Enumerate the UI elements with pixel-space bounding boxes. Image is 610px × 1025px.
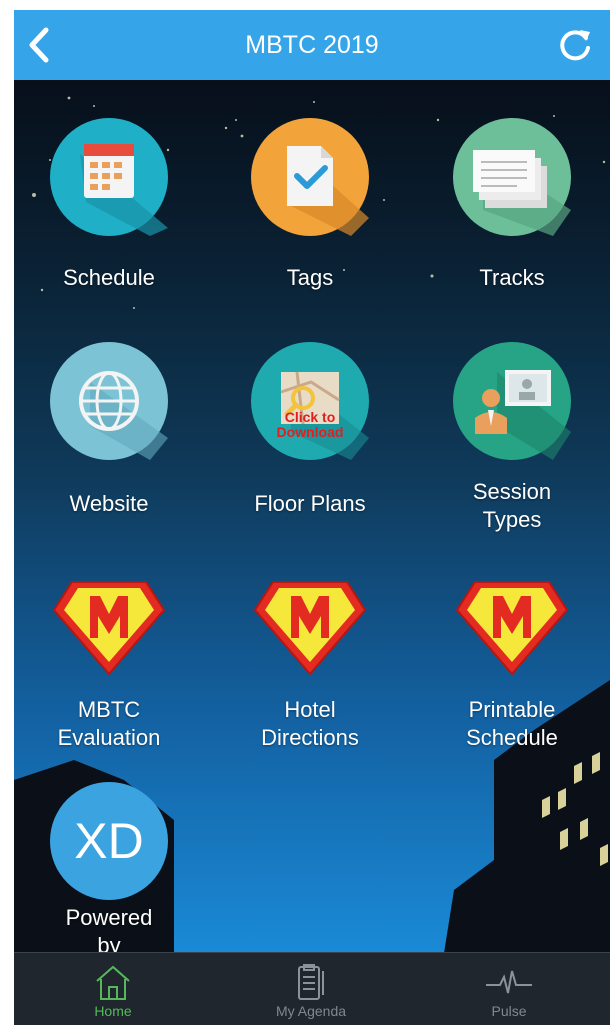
stacked-pages-icon	[453, 118, 571, 236]
tile-tags[interactable]: Tags	[215, 118, 405, 292]
tile-powered-by[interactable]: XD Powered by	[14, 782, 204, 953]
xd-logo-text: XD	[74, 813, 143, 869]
tile-label: Session Types	[417, 478, 607, 534]
pulse-icon	[486, 970, 532, 994]
tile-label: Tracks	[479, 265, 545, 290]
tile-label-line: Schedule	[466, 725, 558, 750]
tab-my-agenda[interactable]: My Agenda	[212, 953, 410, 1025]
header-bar: MBTC 2019	[14, 10, 610, 80]
globe-icon	[50, 342, 168, 460]
map-icon: Click to Download	[251, 342, 369, 460]
tile-label-line: Evaluation	[57, 725, 161, 750]
tile-label: Hotel Directions	[215, 696, 405, 752]
tile-label: Website	[69, 491, 149, 516]
tile-label: Printable Schedule	[417, 696, 607, 752]
home-grid: Schedule Tags Tracks Website Click to Do…	[14, 80, 610, 953]
tile-floor-plans[interactable]: Click to Download Floor Plans	[215, 342, 405, 518]
tile-label-line: Types	[482, 507, 542, 532]
tile-session-types[interactable]: Session Types	[417, 342, 607, 534]
tile-label: MBTC Evaluation	[14, 696, 204, 752]
tile-label-line: Directions	[261, 725, 359, 750]
tab-pulse[interactable]: Pulse	[410, 953, 608, 1025]
superhero-m-icon	[52, 581, 166, 676]
tile-label-line: Session	[472, 479, 552, 504]
tab-label: My Agenda	[275, 1003, 347, 1019]
tile-hotel-directions[interactable]: Hotel Directions	[215, 566, 405, 752]
tab-label: Home	[94, 1003, 132, 1019]
superhero-m-icon	[455, 581, 569, 676]
click-to-overlay: Click to	[285, 409, 336, 425]
presenter-icon	[453, 342, 571, 460]
download-overlay: Download	[277, 424, 344, 440]
app-screen: MBTC 2019 Schedule Tags Tracks Website C…	[14, 10, 610, 1025]
clipboard-icon	[298, 964, 324, 1000]
tile-tracks[interactable]: Tracks	[417, 118, 607, 292]
refresh-button[interactable]	[556, 26, 594, 64]
tile-label: Floor Plans	[254, 491, 366, 516]
tab-label: Pulse	[491, 1003, 527, 1019]
tile-website[interactable]: Website	[14, 342, 204, 518]
refresh-icon	[560, 30, 590, 61]
tile-schedule[interactable]: Schedule	[14, 118, 204, 292]
tile-label: Tags	[286, 265, 334, 290]
xd-logo-icon: XD	[50, 782, 168, 900]
page-title: MBTC 2019	[245, 31, 379, 59]
calendar-icon	[50, 118, 168, 236]
tile-label-line: Hotel	[284, 697, 336, 722]
superhero-m-icon	[253, 581, 367, 676]
tile-printable-schedule[interactable]: Printable Schedule	[417, 566, 607, 752]
tile-label-line: Printable	[468, 697, 556, 722]
tile-label-line: Powered	[65, 905, 153, 930]
tab-home[interactable]: Home	[14, 953, 212, 1025]
tile-label-line: by	[97, 933, 121, 953]
tile-label: Schedule	[63, 265, 155, 290]
bottom-tab-bar: Home My Agenda Pulse	[14, 952, 610, 1025]
tile-label: Powered by	[14, 904, 204, 953]
home-icon	[96, 965, 130, 1000]
tile-mbtc-evaluation[interactable]: MBTC Evaluation	[14, 566, 204, 752]
document-check-icon	[251, 118, 369, 236]
tile-label-line: MBTC	[77, 697, 141, 722]
